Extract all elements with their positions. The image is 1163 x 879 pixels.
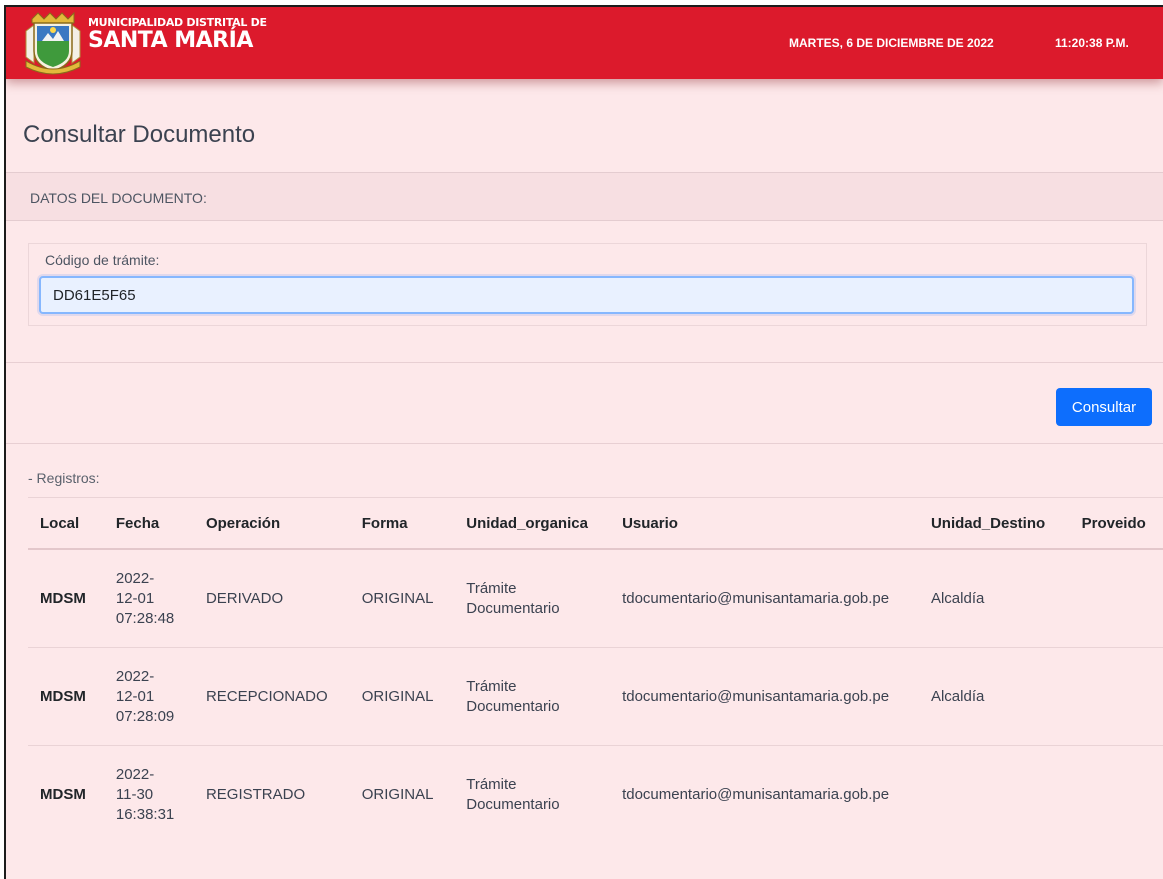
municipal-crest-icon <box>25 11 81 75</box>
cell-usuario: tdocumentario@munisantamaria.gob.pe <box>610 647 919 746</box>
records-label: - Registros: <box>28 470 100 486</box>
fecha-date-part: 2022- <box>115 667 155 685</box>
table-row: MDSM 2022- 12-01 07:28:48 DERIVADO ORIGINA… <box>28 549 1163 648</box>
fecha-time-part: 07:28:09 <box>115 707 175 725</box>
cell-usuario: tdocumentario@munisantamaria.gob.pe <box>622 785 890 803</box>
cell-usuario: tdocumentario@munisantamaria.gob.pe <box>610 549 919 648</box>
fecha-monthday-part: 12-01 <box>115 589 155 607</box>
table-row: MDSM 2022- 12-01 07:28:09 RECEPCIONADO ORI… <box>28 647 1163 746</box>
divider <box>6 362 1163 363</box>
code-input[interactable] <box>39 276 1134 314</box>
brand: MUNICIPALIDAD DISTRITAL DE SANTA MARÍA <box>88 17 267 53</box>
cell-forma: ORIGINAL <box>361 785 434 803</box>
header-bar: MUNICIPALIDAD DISTRITAL DE SANTA MARÍA M… <box>6 7 1163 79</box>
cell-unidad-organica: Trámite Documentario <box>454 549 611 648</box>
column-header-proveido: Proveido <box>1069 497 1163 550</box>
cell-operacion: RECEPCIONADO <box>193 647 350 746</box>
cell-forma: ORIGINAL <box>349 549 455 648</box>
current-time: 11:20:38 P.M. <box>1055 36 1129 50</box>
table-header-row: Local Fecha Operación Forma Unidad_organ… <box>28 497 1163 550</box>
unidad-line-1: Trámite <box>466 579 517 597</box>
cell-local: MDSM <box>28 647 104 746</box>
code-field-label: Código de trámite: <box>45 252 160 268</box>
unidad-line-2: Documentario <box>466 795 560 813</box>
cell-unidad-destino <box>919 746 1070 844</box>
fecha-time-part: 16:38:31 <box>115 805 175 823</box>
table-row: MDSM 2022- 11-30 16:38:31 REGISTRADO ORIGI… <box>28 746 1163 844</box>
column-header-forma: Forma <box>349 497 455 550</box>
column-header-usuario: Usuario <box>610 497 919 550</box>
app-frame: MUNICIPALIDAD DISTRITAL DE SANTA MARÍA M… <box>4 5 1163 879</box>
records-table: Local Fecha Operación Forma Unidad_organ… <box>28 497 1163 843</box>
unidad-line-1: Trámite <box>466 775 517 793</box>
column-header-unidad-destino: Unidad_Destino <box>918 497 1070 550</box>
cell-proveido <box>1069 549 1163 648</box>
cell-unidad-organica: Trámite Documentario <box>454 647 611 746</box>
brand-title: SANTA MARÍA <box>88 28 253 53</box>
code-field-group: Código de trámite: <box>28 243 1147 326</box>
cell-fecha: 2022- 11-30 16:38:31 <box>104 746 194 844</box>
cell-unidad-organica: Trámite Documentario <box>454 746 610 844</box>
cell-unidad-destino: Alcaldía <box>918 549 1070 648</box>
section-header-text: DATOS DEL DOCUMENTO: <box>30 190 207 206</box>
cell-proveido <box>1070 746 1163 844</box>
section-header: DATOS DEL DOCUMENTO: <box>6 172 1163 221</box>
cell-unidad-destino: Alcaldía <box>918 647 1070 746</box>
cell-operacion: REGISTRADO <box>205 785 306 803</box>
cell-local: MDSM <box>28 549 104 648</box>
cell-operacion: DERIVADO <box>193 549 350 648</box>
unidad-line-2: Documentario <box>466 697 560 715</box>
unidad-line-1: Trámite <box>466 677 517 695</box>
column-header-unidad-organica: Unidad_organica <box>454 497 611 550</box>
fecha-date-part: 2022- <box>115 569 155 587</box>
column-header-operacion: Operación <box>193 497 350 550</box>
fecha-monthday-part: 12-01 <box>115 687 155 705</box>
column-header-fecha: Fecha <box>103 497 194 550</box>
unidad-line-2: Documentario <box>466 599 560 617</box>
column-header-local: Local <box>28 497 104 550</box>
cell-fecha: 2022- 12-01 07:28:48 <box>103 549 194 648</box>
cell-proveido <box>1069 647 1163 746</box>
fecha-date-part: 2022- <box>115 765 155 783</box>
current-date: MARTES, 6 DE DICIEMBRE DE 2022 <box>789 36 994 50</box>
fecha-monthday-part: 11-30 <box>115 785 154 803</box>
divider <box>6 443 1163 444</box>
cell-fecha: 2022- 12-01 07:28:09 <box>103 647 194 746</box>
page-title: Consultar Documento <box>23 121 256 148</box>
cell-forma: ORIGINAL <box>349 647 455 746</box>
cell-local: MDSM <box>40 785 86 803</box>
consultar-button[interactable]: Consultar <box>1056 388 1152 426</box>
fecha-time-part: 07:28:48 <box>115 609 175 627</box>
